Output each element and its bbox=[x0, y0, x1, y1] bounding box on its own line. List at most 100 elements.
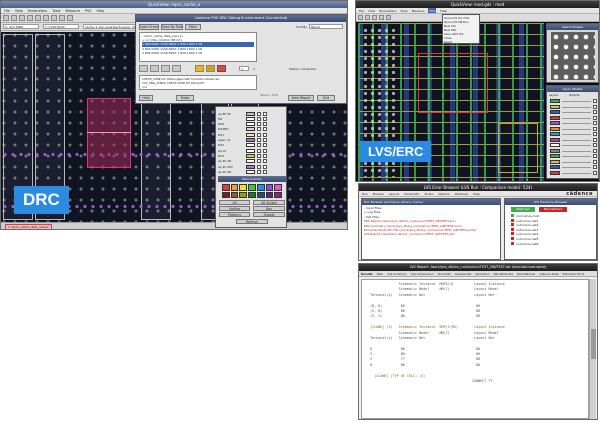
palette-swatch[interactable] bbox=[248, 184, 256, 191]
visible-checkbox[interactable] bbox=[593, 132, 597, 136]
clear-icon[interactable] bbox=[217, 65, 226, 72]
all-visible-button[interactable]: All Visible bbox=[253, 200, 285, 205]
palette-swatch[interactable] bbox=[274, 191, 282, 198]
report-tab[interactable]: Cell Comparison bbox=[411, 271, 434, 276]
palette-swatch[interactable] bbox=[256, 184, 265, 191]
refresh-icon[interactable] bbox=[67, 15, 73, 21]
menu-options[interactable]: Options bbox=[438, 191, 450, 196]
layer-row[interactable]: Ap 9V 2R3 bbox=[218, 164, 267, 169]
report-tab[interactable]: Nets bbox=[377, 271, 383, 276]
layer-row[interactable]: Ap 9V 2B bbox=[218, 169, 267, 174]
menu-measure[interactable]: Measure bbox=[66, 8, 80, 13]
palette-swatch[interactable] bbox=[274, 184, 282, 191]
layer-row[interactable]: M11 bbox=[218, 132, 267, 137]
menu-tools[interactable]: Tools bbox=[400, 8, 407, 13]
visible-checkbox[interactable] bbox=[593, 143, 597, 147]
fit-icon[interactable] bbox=[35, 15, 41, 21]
visible-checkbox[interactable] bbox=[593, 154, 597, 158]
visible-checkbox[interactable] bbox=[257, 138, 261, 142]
visible-checkbox[interactable] bbox=[257, 111, 261, 116]
color-palette[interactable] bbox=[222, 184, 282, 198]
layer-row[interactable] bbox=[550, 115, 597, 120]
select-checkbox[interactable] bbox=[263, 164, 267, 169]
layer-row[interactable] bbox=[550, 110, 597, 114]
layer-row[interactable]: M9 bbox=[218, 116, 267, 121]
layer-row[interactable]: Again 31 bbox=[218, 138, 267, 143]
palette-swatch[interactable] bbox=[230, 191, 239, 198]
hierarchy-list[interactable]: mod.nmos.mod null.nmos.net1 null.nmos.net2… bbox=[511, 214, 595, 258]
select-checkbox[interactable] bbox=[263, 116, 267, 121]
all-button[interactable]: All bbox=[219, 200, 250, 205]
menu-run[interactable]: Run bbox=[362, 191, 368, 196]
view-by-rule-button[interactable]: View By Rule bbox=[161, 24, 183, 30]
layer-row[interactable]: Ap V2 bbox=[218, 148, 267, 153]
refresh-button[interactable]: Refresh bbox=[236, 219, 268, 224]
scroll-thumb[interactable] bbox=[591, 329, 596, 359]
layer-row[interactable] bbox=[550, 132, 597, 136]
layer-row[interactable]: M12 bbox=[218, 143, 267, 148]
tab-mismatched[interactable]: Mismatched bbox=[539, 207, 567, 212]
menu-tools[interactable]: Tools bbox=[52, 8, 60, 13]
menu-help[interactable]: Help bbox=[473, 191, 480, 196]
menu-help[interactable]: Help bbox=[440, 8, 447, 13]
visible-checkbox[interactable] bbox=[593, 110, 597, 114]
layer-row[interactable] bbox=[550, 165, 597, 169]
zoom-error-icon[interactable] bbox=[195, 65, 204, 72]
layer-row[interactable] bbox=[550, 137, 597, 142]
zoom-in-icon[interactable] bbox=[19, 15, 25, 21]
report-tab[interactable]: Net Attributes bbox=[494, 271, 514, 276]
report-tab[interactable]: Bad Matches bbox=[517, 271, 535, 276]
tab-layers[interactable]: Layers bbox=[549, 93, 558, 97]
select-checkbox[interactable] bbox=[263, 138, 267, 142]
y-coord-field[interactable]: Y: 1156.8200 bbox=[43, 24, 79, 29]
visible-checkbox[interactable] bbox=[593, 165, 597, 169]
visible-checkbox[interactable] bbox=[257, 122, 261, 127]
report-tab[interactable]: Extraction Error bbox=[563, 271, 585, 276]
menu-view[interactable]: View bbox=[368, 8, 375, 13]
exit-button[interactable]: Exit bbox=[317, 95, 335, 101]
ruler-icon[interactable] bbox=[51, 15, 57, 21]
select-icon[interactable] bbox=[59, 15, 65, 21]
visible-checkbox[interactable] bbox=[257, 153, 261, 158]
zoom-in-icon[interactable] bbox=[372, 15, 377, 20]
run-tree[interactable]: - Input Files + Log Files - LVS Files ER… bbox=[364, 206, 476, 237]
visible-checkbox[interactable] bbox=[593, 121, 597, 125]
menu-layout[interactable]: Layout bbox=[389, 191, 399, 196]
visible-checkbox[interactable] bbox=[593, 159, 597, 164]
layer-row[interactable]: M10MH bbox=[218, 127, 267, 132]
select-checkbox[interactable] bbox=[263, 132, 267, 137]
layer-row[interactable] bbox=[550, 154, 597, 158]
layer-row[interactable] bbox=[550, 121, 597, 125]
menu-file[interactable]: File bbox=[4, 8, 10, 13]
menu-browse[interactable]: Browse bbox=[373, 191, 384, 196]
help-button[interactable]: Help bbox=[139, 95, 153, 101]
select-checkbox[interactable] bbox=[263, 127, 267, 132]
report-tab[interactable]: Collapse NC bbox=[455, 271, 472, 276]
select-checkbox[interactable] bbox=[263, 111, 267, 116]
palette-swatch[interactable] bbox=[222, 191, 230, 198]
menu-windows[interactable]: Windows bbox=[455, 191, 468, 196]
menu-view[interactable]: View bbox=[15, 8, 23, 13]
pan-icon[interactable] bbox=[43, 15, 49, 21]
palette-swatch[interactable] bbox=[239, 191, 248, 198]
report-tab[interactable]: Port Data bbox=[438, 271, 451, 276]
layer-row[interactable] bbox=[550, 170, 597, 175]
select-checkbox[interactable] bbox=[263, 153, 267, 158]
visible-checkbox[interactable] bbox=[593, 104, 597, 109]
error-tree[interactable]: - mpro_cache_data_row (1) + L1_CELL_CLOC… bbox=[139, 32, 257, 62]
last-error-icon[interactable] bbox=[172, 65, 181, 72]
visible-checkbox[interactable] bbox=[257, 148, 261, 153]
visible-checkbox[interactable] bbox=[593, 126, 597, 131]
palette-swatch[interactable] bbox=[239, 184, 248, 191]
layer-row[interactable]: M13 bbox=[218, 153, 267, 158]
menu-parameters[interactable]: Parameters bbox=[379, 8, 396, 13]
tree-row[interactable]: 3 803.0000 1156.8200 1 800.1000 1 CE bbox=[142, 51, 254, 55]
rules-button[interactable]: Rules bbox=[176, 95, 194, 101]
visible-checkbox[interactable] bbox=[593, 148, 597, 153]
tree-item[interactable]: LVS Report (/work/pvs_db/lvs_run/lvs/run… bbox=[364, 232, 476, 236]
layer-row[interactable] bbox=[550, 159, 597, 164]
palette-swatch[interactable] bbox=[222, 184, 230, 191]
pvs-menu-item[interactable]: Reset bbox=[444, 40, 478, 44]
open-errors-button[interactable]: Open Errors bbox=[139, 24, 159, 30]
page-field[interactable]: 1 bbox=[239, 66, 249, 71]
